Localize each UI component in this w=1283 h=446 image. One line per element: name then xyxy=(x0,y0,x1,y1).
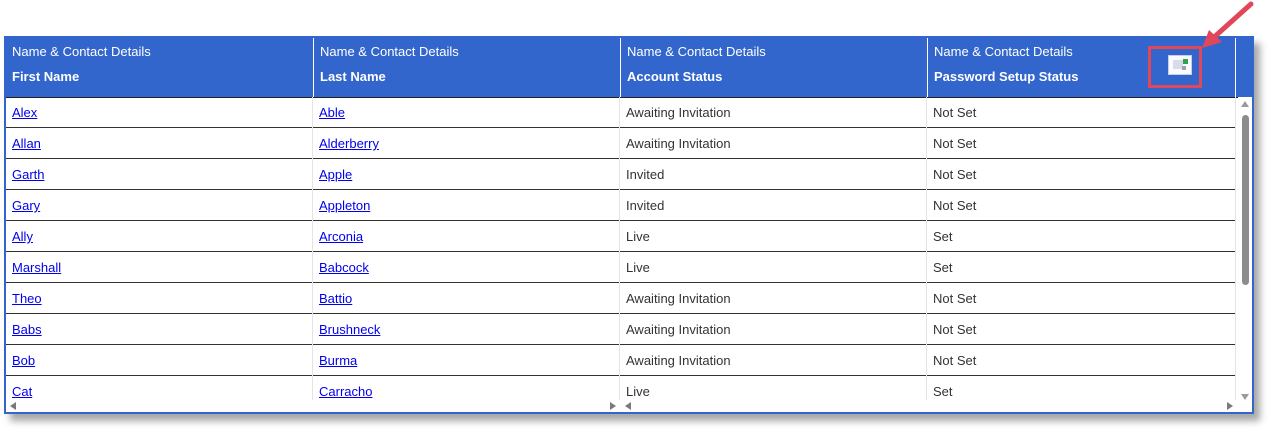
last-name-link[interactable]: Babcock xyxy=(319,260,369,275)
account-status-cell: Invited xyxy=(620,190,927,221)
grid-header: Name & Contact Details First Name Name &… xyxy=(6,38,1252,98)
header-first-name[interactable]: Name & Contact Details First Name xyxy=(6,38,314,97)
account-status-cell: Live xyxy=(620,376,927,400)
account-status-cell: Live xyxy=(620,252,927,283)
account-status-cell: Awaiting Invitation xyxy=(620,345,927,376)
scroll-right-arrow-icon[interactable] xyxy=(1227,402,1233,410)
last-name-link[interactable]: Arconia xyxy=(319,229,363,244)
horizontal-scrollbar-right-pane[interactable] xyxy=(621,400,1236,412)
annotation-arrow-icon xyxy=(1202,1,1254,48)
password-status-cell: Not Set xyxy=(927,283,1236,314)
table-row: Ally Arconia Live Set xyxy=(6,221,1236,252)
scrollbar-thumb[interactable] xyxy=(1242,115,1249,285)
first-name-link[interactable]: Gary xyxy=(12,198,40,213)
password-status-cell: Not Set xyxy=(927,345,1236,376)
table-row: Theo Battio Awaiting Invitation Not Set xyxy=(6,283,1236,314)
table-row: Babs Brushneck Awaiting Invitation Not S… xyxy=(6,314,1236,345)
last-name-link[interactable]: Battio xyxy=(319,291,352,306)
scroll-down-arrow-icon[interactable] xyxy=(1241,394,1249,400)
header-group-label: Name & Contact Details xyxy=(320,44,459,59)
last-name-link[interactable]: Appleton xyxy=(319,198,370,213)
account-status-cell: Awaiting Invitation xyxy=(620,314,927,345)
password-status-cell: Set xyxy=(927,376,1236,400)
header-column-label: First Name xyxy=(12,69,80,84)
last-name-link[interactable]: Burma xyxy=(319,353,357,368)
table-row: Bob Burma Awaiting Invitation Not Set xyxy=(6,345,1236,376)
account-status-cell: Awaiting Invitation xyxy=(620,97,927,128)
header-last-name[interactable]: Name & Contact Details Last Name xyxy=(314,38,621,97)
vertical-scrollbar[interactable] xyxy=(1238,97,1252,400)
header-column-label: Password Setup Status xyxy=(934,69,1079,84)
account-status-cell: Awaiting Invitation xyxy=(620,128,927,159)
last-name-link[interactable]: Alderberry xyxy=(319,136,379,151)
table-row: Gary Appleton Invited Not Set xyxy=(6,190,1236,221)
password-status-cell: Set xyxy=(927,221,1236,252)
first-name-link[interactable]: Garth xyxy=(12,167,45,182)
password-status-cell: Set xyxy=(927,252,1236,283)
scroll-right-arrow-icon[interactable] xyxy=(610,402,616,410)
table-row: Cat Carracho Live Set xyxy=(6,376,1236,400)
last-name-link[interactable]: Brushneck xyxy=(319,322,380,337)
scroll-up-arrow-icon[interactable] xyxy=(1241,101,1249,107)
header-column-label: Account Status xyxy=(627,69,723,84)
last-name-link[interactable]: Apple xyxy=(319,167,352,182)
table-row: Garth Apple Invited Not Set xyxy=(6,159,1236,190)
password-status-cell: Not Set xyxy=(927,159,1236,190)
password-status-cell: Not Set xyxy=(927,314,1236,345)
first-name-link[interactable]: Marshall xyxy=(12,260,61,275)
account-status-cell: Invited xyxy=(620,159,927,190)
password-status-cell: Not Set xyxy=(927,190,1236,221)
account-status-cell: Live xyxy=(620,221,927,252)
grid-body: Alex Able Awaiting Invitation Not Set Al… xyxy=(6,97,1236,400)
password-status-cell: Not Set xyxy=(927,97,1236,128)
first-name-link[interactable]: Babs xyxy=(12,322,42,337)
first-name-link[interactable]: Alex xyxy=(12,105,37,120)
horizontal-scrollbar-left-pane[interactable] xyxy=(6,400,621,412)
last-name-link[interactable]: Able xyxy=(319,105,345,120)
first-name-link[interactable]: Bob xyxy=(12,353,35,368)
first-name-link[interactable]: Theo xyxy=(12,291,42,306)
scroll-left-arrow-icon[interactable] xyxy=(10,402,16,410)
password-status-cell: Not Set xyxy=(927,128,1236,159)
grid-container: Name & Contact Details First Name Name &… xyxy=(4,36,1254,414)
last-name-link[interactable]: Carracho xyxy=(319,384,372,399)
first-name-link[interactable]: Cat xyxy=(12,384,32,399)
header-group-label: Name & Contact Details xyxy=(12,44,151,59)
header-group-label: Name & Contact Details xyxy=(934,44,1073,59)
table-row: Alex Able Awaiting Invitation Not Set xyxy=(6,97,1236,128)
first-name-link[interactable]: Allan xyxy=(12,136,41,151)
first-name-link[interactable]: Ally xyxy=(12,229,33,244)
account-status-cell: Awaiting Invitation xyxy=(620,283,927,314)
header-group-label: Name & Contact Details xyxy=(627,44,766,59)
header-account-status[interactable]: Name & Contact Details Account Status xyxy=(621,38,928,97)
table-row: Allan Alderberry Awaiting Invitation Not… xyxy=(6,128,1236,159)
header-column-label: Last Name xyxy=(320,69,386,84)
annotation-highlight-box xyxy=(1148,46,1202,88)
table-row: Marshall Babcock Live Set xyxy=(6,252,1236,283)
scroll-left-arrow-icon[interactable] xyxy=(625,402,631,410)
